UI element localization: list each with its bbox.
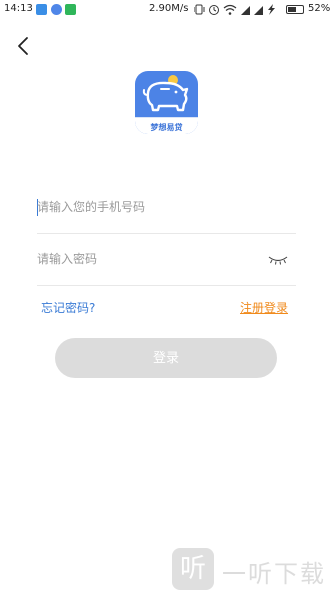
password-input[interactable] xyxy=(37,234,257,284)
register-link[interactable]: 注册登录 xyxy=(240,299,288,316)
eye-closed-icon[interactable] xyxy=(268,252,288,266)
wifi-icon xyxy=(223,4,237,15)
back-arrow-icon[interactable] xyxy=(14,34,34,58)
piggy-bank-icon xyxy=(142,75,189,112)
forgot-password-link[interactable]: 忘记密码? xyxy=(41,299,95,316)
battery-icon xyxy=(286,5,304,14)
phone-field[interactable] xyxy=(37,182,296,234)
network-speed: 2.90M/s xyxy=(149,3,189,14)
phone-input[interactable] xyxy=(37,182,257,232)
app-name: 梦想易贷 xyxy=(150,123,183,132)
login-button[interactable]: 登录 xyxy=(55,338,277,378)
watermark: 听 一听下载 xyxy=(172,548,332,592)
alarm-icon xyxy=(209,5,219,15)
password-field[interactable] xyxy=(37,234,296,286)
status-time: 14:13 xyxy=(4,3,33,14)
wechat-icon xyxy=(65,4,76,15)
app-notification-icon xyxy=(51,4,62,15)
usb-icon xyxy=(36,4,47,15)
app-logo: 梦想易贷 xyxy=(135,71,198,134)
signal-icon xyxy=(241,6,250,15)
battery-percent: 52% xyxy=(308,3,331,14)
app-name-band: 梦想易贷 xyxy=(135,117,198,134)
vibrate-icon xyxy=(194,4,205,15)
signal-icon xyxy=(254,6,263,15)
watermark-logo: 听 xyxy=(172,548,214,590)
watermark-text: 一听下载 xyxy=(222,560,326,588)
charging-icon xyxy=(268,4,275,15)
status-icons xyxy=(194,4,275,15)
status-bar: 14:13 2.90M/s 52% xyxy=(0,0,333,20)
